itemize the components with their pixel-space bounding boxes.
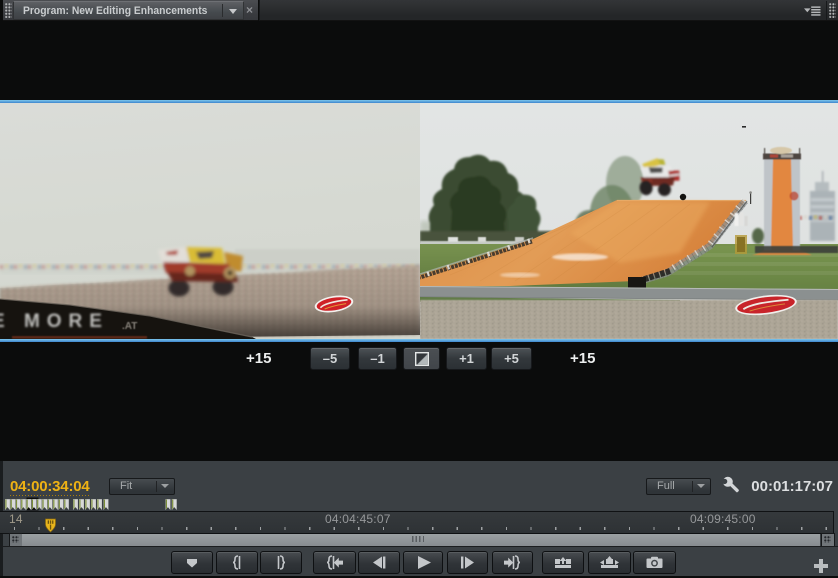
- svg-text:E MORE: E MORE: [0, 311, 109, 332]
- svg-text:.AT: .AT: [122, 321, 137, 332]
